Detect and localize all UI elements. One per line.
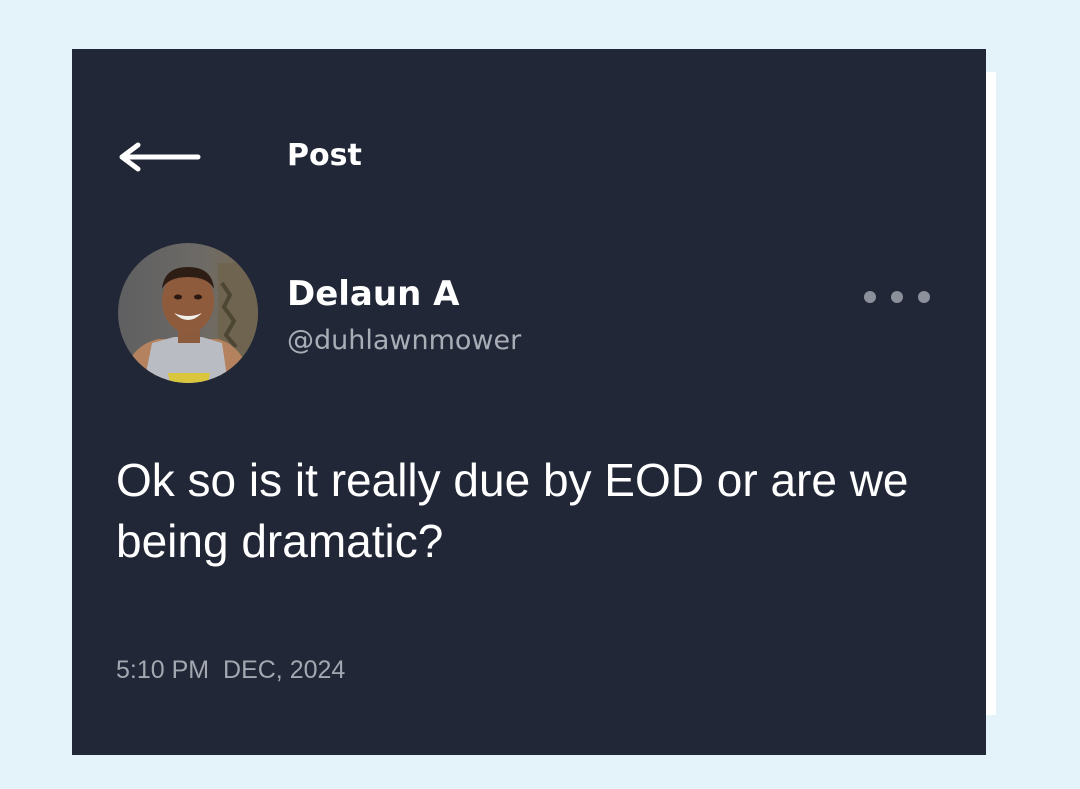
profile-photo xyxy=(118,243,258,383)
post-date: DEC, 2024 xyxy=(223,656,346,684)
left-arrow-icon xyxy=(119,142,201,172)
post-time: 5:10 PM xyxy=(116,656,210,684)
avatar[interactable] xyxy=(118,243,258,383)
more-horizontal-icon-dot xyxy=(891,291,903,303)
back-button[interactable] xyxy=(116,141,202,173)
post-timestamp: 5:10 PM DEC, 2024 xyxy=(116,655,345,685)
display-name[interactable]: Delaun A xyxy=(287,273,459,315)
username-handle[interactable]: @duhlawnmower xyxy=(287,323,521,359)
more-horizontal-icon xyxy=(864,291,876,303)
post-text: Ok so is it really due by EOD or are we … xyxy=(116,454,909,567)
card-edge xyxy=(986,72,996,715)
page-title: Post xyxy=(287,138,362,173)
post-card: Post Delaun A @duhlawnmower Ok so is it … xyxy=(72,49,986,755)
more-horizontal-icon-dot xyxy=(918,291,930,303)
more-options-button[interactable] xyxy=(864,283,930,311)
